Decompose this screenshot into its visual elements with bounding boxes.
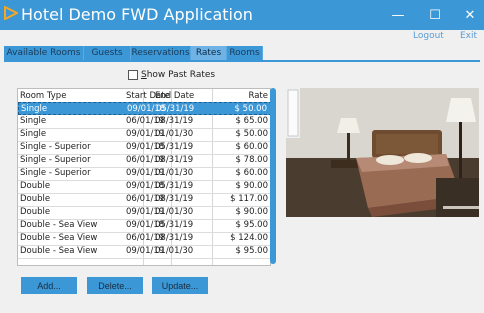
table-row[interactable]: Double - Sea View 06/01/19 08/31/19 $ 12…: [18, 232, 270, 246]
exit-link[interactable]: Exit: [460, 31, 477, 45]
delete-button[interactable]: Delete...: [87, 277, 143, 294]
show-past-rates-checkbox[interactable]: [128, 70, 138, 80]
cell-rate: $ 90.00: [235, 207, 268, 217]
cell-end-date: 05/31/19: [155, 142, 194, 152]
cell-room-type: Double: [20, 207, 51, 217]
cell-rate: $ 65.00: [235, 116, 268, 126]
title-bar: Hotel Demo FWD Application — ☐ ✕: [0, 0, 484, 30]
table-row[interactable]: Single - Superior 09/01/18 05/31/19 $ 60…: [18, 141, 270, 155]
cell-rate: $ 95.00: [235, 220, 268, 230]
cell-room-type: Single - Superior: [20, 155, 91, 165]
cell-rate: $ 50.00: [235, 129, 268, 139]
table-header: Room Type Start Date End Date Rate: [18, 89, 270, 103]
header-room-type[interactable]: Room Type: [20, 90, 66, 102]
close-button[interactable]: ✕: [452, 0, 484, 30]
tab-rooms[interactable]: Rooms: [227, 46, 263, 60]
cell-rate: $ 90.00: [235, 181, 268, 191]
header-end-date[interactable]: End Date: [155, 90, 194, 102]
cell-rate: $ 124.00: [230, 233, 268, 243]
tab-bar: Available Rooms Guests Reservations Rate…: [4, 46, 480, 60]
table-row[interactable]: Single - Superior 06/01/19 08/31/19 $ 78…: [18, 154, 270, 168]
table-scrollbar[interactable]: [269, 88, 277, 266]
maximize-button[interactable]: ☐: [417, 0, 453, 30]
table-row[interactable]: Double - Sea View 09/01/18 05/31/19 $ 95…: [18, 219, 270, 233]
minimize-button[interactable]: —: [380, 0, 416, 30]
cell-end-date: 01/01/30: [155, 129, 194, 139]
room-photo: [286, 88, 479, 217]
cell-end-date: 01/01/30: [155, 168, 194, 178]
cell-room-type: Single: [20, 116, 47, 126]
cell-end-date: 08/31/19: [155, 155, 194, 165]
cell-end-date: 08/31/19: [155, 194, 194, 204]
tab-rates[interactable]: Rates: [191, 46, 227, 60]
cell-end-date: 08/31/19: [155, 116, 194, 126]
cell-room-type: Double: [20, 181, 51, 191]
cell-room-type: Single - Superior: [20, 142, 91, 152]
cell-room-type: Double: [20, 194, 51, 204]
cell-room-type: Double - Sea View: [20, 246, 98, 256]
cell-rate: $ 117.00: [230, 194, 268, 204]
app-logo-icon: [4, 6, 18, 20]
header-rate[interactable]: Rate: [249, 90, 269, 102]
table-row[interactable]: Single 06/01/19 08/31/19 $ 65.00: [18, 115, 270, 129]
cell-rate: $ 60.00: [235, 168, 268, 178]
cell-end-date: 05/31/19: [155, 220, 194, 230]
cell-end-date: 08/31/19: [155, 233, 194, 243]
bedroom-image: [286, 88, 479, 217]
table-row[interactable]: Double 09/01/19 01/01/30 $ 90.00: [18, 206, 270, 220]
rates-table: Room Type Start Date End Date Rate Singl…: [17, 88, 271, 266]
cell-rate: $ 60.00: [235, 142, 268, 152]
cell-rate: $ 95.00: [235, 246, 268, 256]
cell-end-date: 01/01/30: [155, 207, 194, 217]
update-button[interactable]: Update...: [152, 277, 208, 294]
table-row[interactable]: Single - Superior 09/01/19 01/01/30 $ 60…: [18, 167, 270, 181]
cell-rate: $ 78.00: [235, 155, 268, 165]
add-button[interactable]: Add...: [21, 277, 77, 294]
tab-reservations[interactable]: Reservations: [131, 46, 191, 60]
logout-link[interactable]: Logout: [413, 31, 444, 45]
cell-room-type: Single: [20, 129, 47, 139]
cell-end-date: 05/31/19: [155, 181, 194, 191]
show-past-rates-row[interactable]: Show Past Rates: [128, 69, 215, 81]
table-row[interactable]: Single 09/01/19 01/01/30 $ 50.00: [18, 128, 270, 142]
cell-room-type: Single - Superior: [20, 168, 91, 178]
table-row[interactable]: Double 06/01/19 08/31/19 $ 117.00: [18, 193, 270, 207]
cell-room-type: Double - Sea View: [20, 233, 98, 243]
cell-end-date: 01/01/30: [155, 246, 194, 256]
tab-available-rooms[interactable]: Available Rooms: [4, 46, 84, 60]
show-past-rates-label[interactable]: Show Past Rates: [141, 70, 215, 80]
table-row[interactable]: Double - Sea View 09/01/19 01/01/30 $ 95…: [18, 245, 270, 259]
table-row[interactable]: Single 09/01/18 05/31/19 $ 50.00: [18, 102, 270, 115]
tab-guests[interactable]: Guests: [84, 46, 131, 60]
scrollbar-thumb[interactable]: [270, 88, 276, 264]
cell-room-type: Double - Sea View: [20, 220, 98, 230]
table-row[interactable]: Double 09/01/18 05/31/19 $ 90.00: [18, 180, 270, 194]
window-title: Hotel Demo FWD Application: [21, 5, 253, 24]
